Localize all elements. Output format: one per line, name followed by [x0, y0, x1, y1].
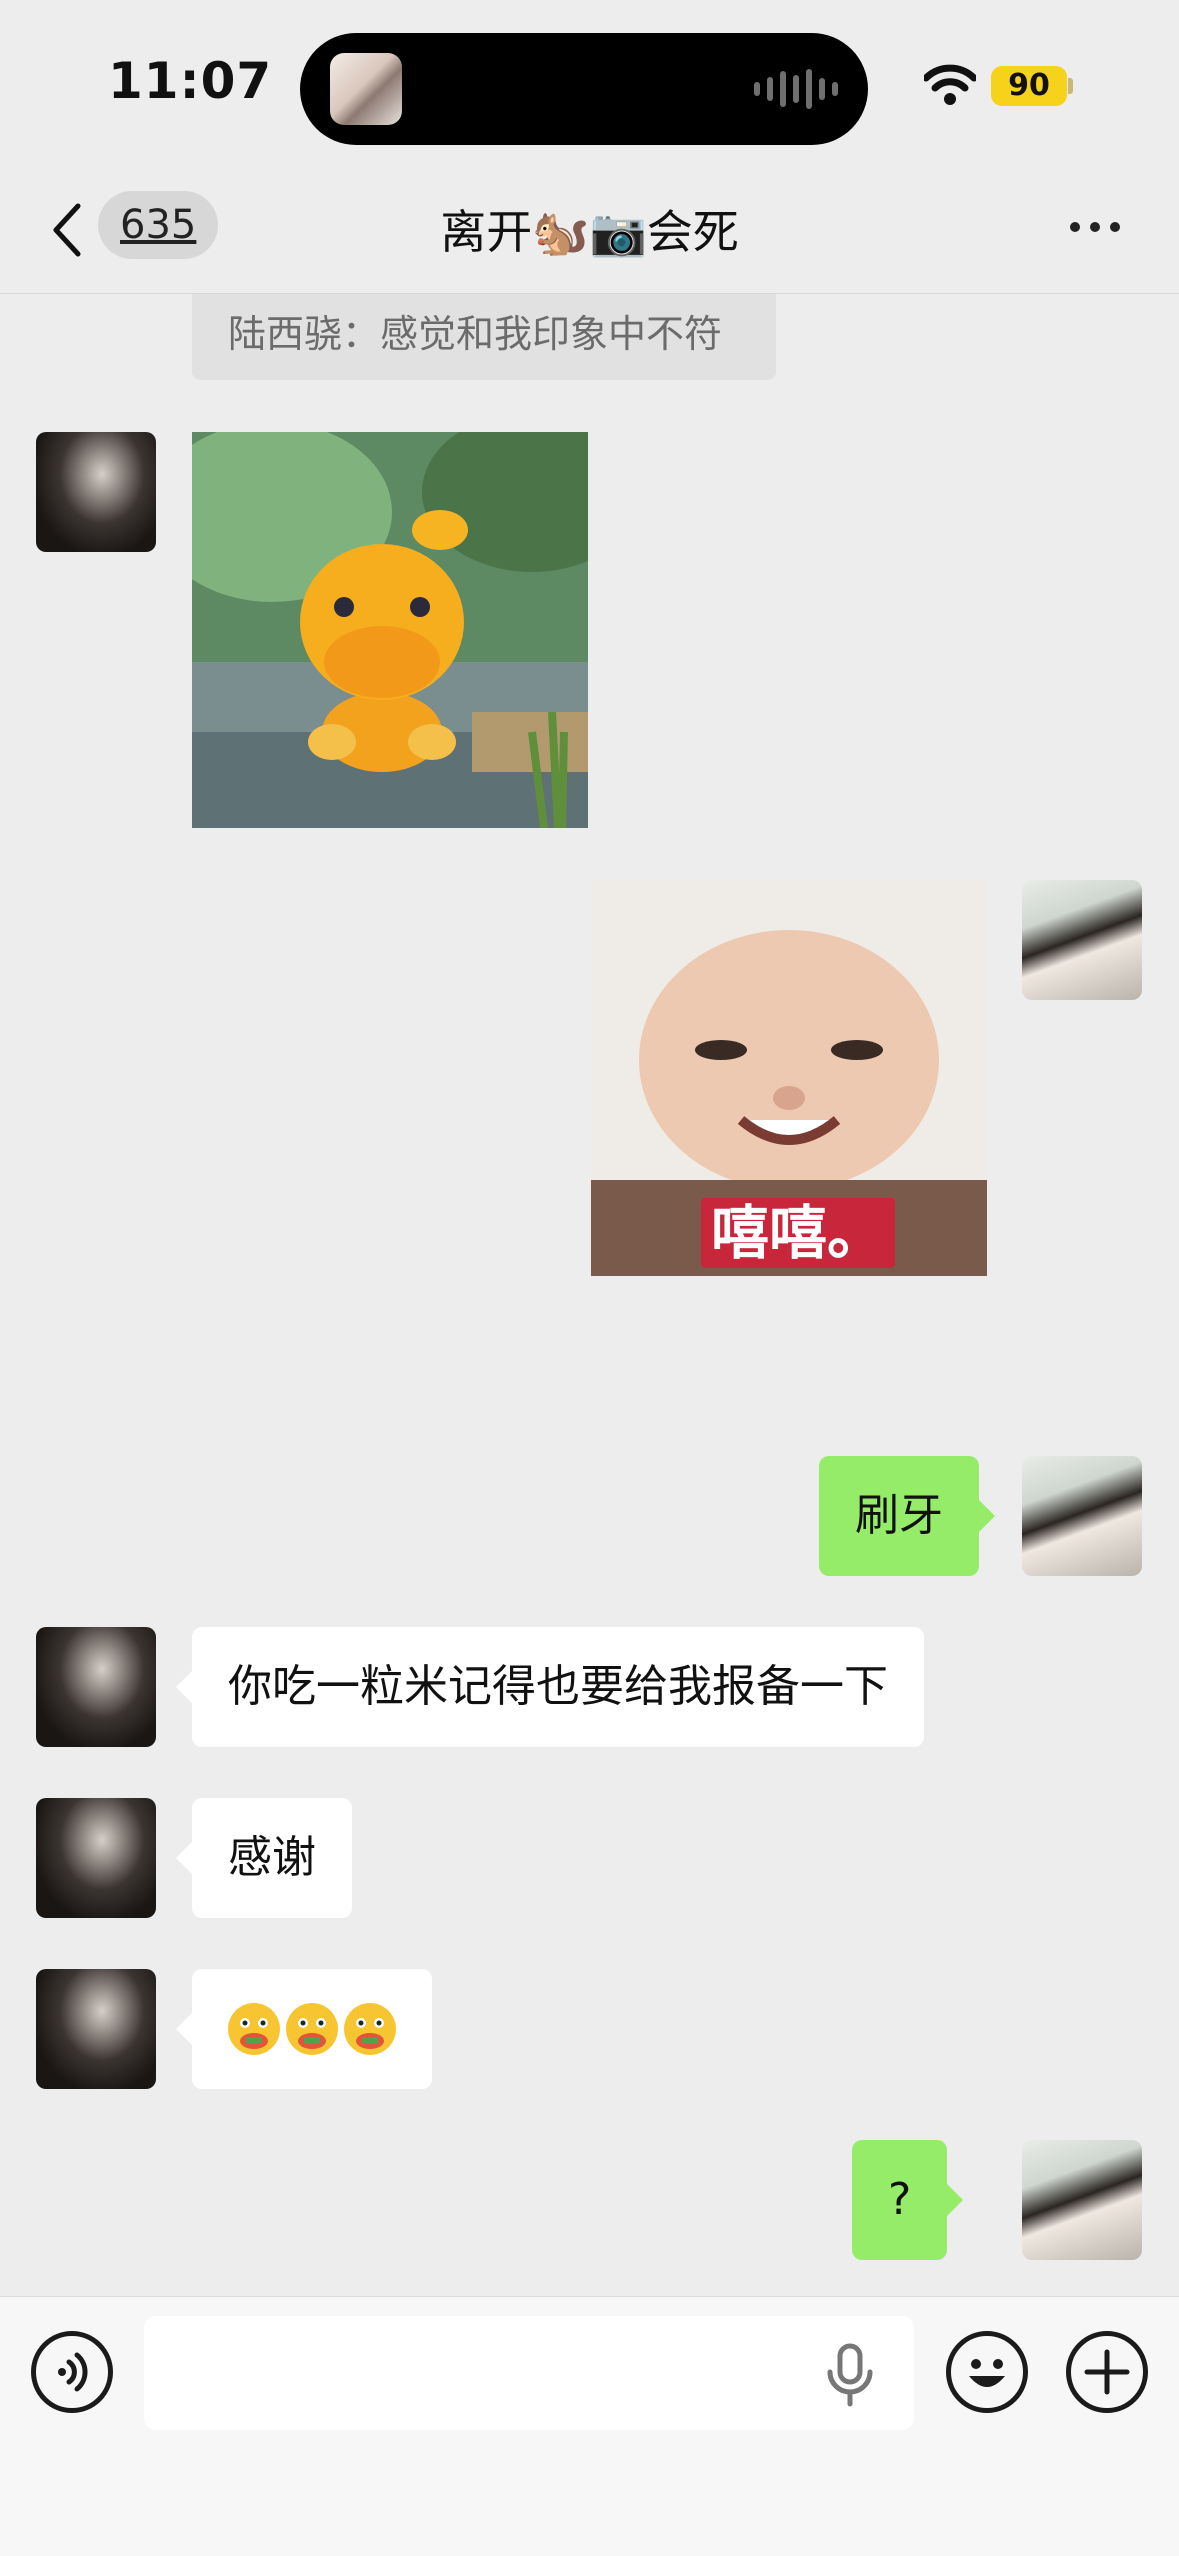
- my-avatar[interactable]: [1022, 2140, 1142, 2260]
- cartoon-cow-image: [192, 432, 588, 828]
- emoji-icon[interactable]: [946, 2331, 1028, 2413]
- battery-indicator: 90: [991, 66, 1067, 106]
- image-message[interactable]: [192, 432, 588, 828]
- battery-tip: [1068, 78, 1073, 94]
- dynamic-island[interactable]: [300, 33, 868, 145]
- more-icon[interactable]: [1070, 222, 1120, 232]
- plus-icon[interactable]: [1066, 2331, 1148, 2413]
- eating-emoji-icon: [344, 2003, 396, 2055]
- status-time: 11:07: [108, 52, 273, 110]
- message-bubble-incoming[interactable]: 你吃一粒米记得也要给我报备一下: [176, 1627, 924, 1747]
- my-avatar[interactable]: [1022, 880, 1142, 1000]
- voice-icon[interactable]: [31, 2331, 113, 2413]
- image-message[interactable]: 嘻嘻。: [591, 880, 987, 1276]
- message-bubble-incoming[interactable]: 感谢: [176, 1798, 352, 1918]
- microphone-icon[interactable]: [822, 2340, 878, 2410]
- avatar[interactable]: [36, 432, 156, 552]
- image-caption: 嘻嘻。: [701, 1198, 896, 1268]
- avatar[interactable]: [36, 1798, 156, 1918]
- my-avatar[interactable]: [1022, 1456, 1142, 1576]
- audio-waveform-icon: [754, 69, 838, 109]
- chat-title: 离开🐿️📷会死: [440, 205, 739, 259]
- avatar[interactable]: [36, 1627, 156, 1747]
- quoted-message[interactable]: 陆西骁：感觉和我印象中不符: [192, 294, 776, 380]
- message-bubble-outgoing[interactable]: ?: [852, 2140, 964, 2260]
- eating-emoji-icon: [228, 2003, 280, 2055]
- message-input[interactable]: [144, 2316, 914, 2430]
- eating-emoji-icon: [286, 2003, 338, 2055]
- wifi-icon: [924, 64, 976, 105]
- avatar[interactable]: [36, 1969, 156, 2089]
- message-bubble-outgoing[interactable]: 刷牙: [819, 1456, 995, 1576]
- message-bubble-incoming[interactable]: [176, 1969, 432, 2089]
- now-playing-thumbnail: [330, 53, 402, 125]
